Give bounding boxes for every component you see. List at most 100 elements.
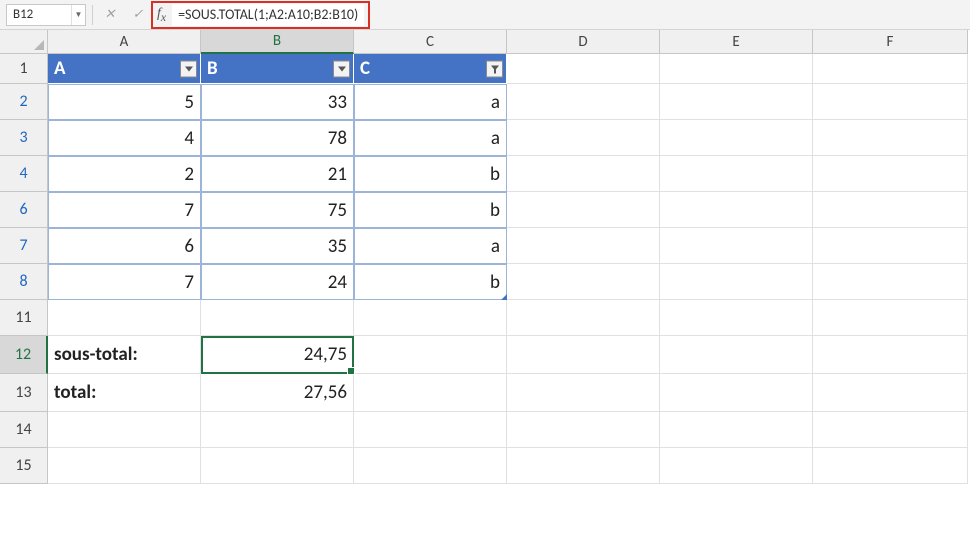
cell[interactable] (813, 264, 968, 300)
row-header-7[interactable]: 7 (0, 228, 48, 264)
cell[interactable] (48, 300, 201, 336)
spreadsheet-grid[interactable]: A B C D E F 1 2 3 4 6 7 8 11 12 13 14 15… (0, 30, 970, 546)
row-header-14[interactable]: 14 (0, 412, 48, 448)
table-resize-handle-icon[interactable] (501, 294, 507, 300)
cell[interactable] (813, 300, 968, 336)
table-header-B[interactable]: B (201, 54, 354, 84)
cell[interactable] (660, 336, 813, 374)
cell[interactable] (813, 228, 968, 264)
column-header-A[interactable]: A (48, 30, 201, 54)
cell[interactable] (354, 448, 507, 484)
cell[interactable] (201, 448, 354, 484)
subtotal-label-cell[interactable]: sous-total: (48, 336, 201, 374)
filter-dropdown-icon[interactable] (333, 60, 350, 77)
table-cell[interactable]: b (354, 264, 507, 300)
table-cell[interactable]: 5 (48, 84, 201, 120)
cell[interactable] (813, 336, 968, 374)
table-cell[interactable]: a (354, 120, 507, 156)
cell[interactable] (354, 374, 507, 412)
column-header-D[interactable]: D (507, 30, 660, 54)
cell[interactable] (354, 300, 507, 336)
cancel-formula-icon[interactable]: ✕ (99, 5, 121, 25)
table-header-C[interactable]: C (354, 54, 507, 84)
cell[interactable] (48, 448, 201, 484)
cell[interactable] (507, 156, 660, 192)
table-cell[interactable]: 7 (48, 264, 201, 300)
table-cell[interactable]: 33 (201, 84, 354, 120)
row-header-2[interactable]: 2 (0, 84, 48, 120)
row-header-3[interactable]: 3 (0, 120, 48, 156)
column-header-C[interactable]: C (354, 30, 507, 54)
cell[interactable] (813, 120, 968, 156)
cell[interactable] (201, 300, 354, 336)
table-cell[interactable]: 6 (48, 228, 201, 264)
cell[interactable] (660, 84, 813, 120)
cell[interactable] (507, 300, 660, 336)
name-box-dropdown-icon[interactable]: ▼ (71, 5, 85, 25)
cell[interactable] (813, 192, 968, 228)
table-cell[interactable]: 35 (201, 228, 354, 264)
formula-input[interactable]: =SOUS.TOTAL(1;A2:A10;B2:B10) (172, 4, 364, 26)
cell[interactable] (507, 448, 660, 484)
fx-icon[interactable]: fx (157, 6, 166, 24)
table-cell[interactable]: 21 (201, 156, 354, 192)
table-cell[interactable]: 75 (201, 192, 354, 228)
cell[interactable] (660, 156, 813, 192)
cell[interactable] (813, 412, 968, 448)
table-cell[interactable]: a (354, 228, 507, 264)
row-header-12[interactable]: 12 (0, 336, 48, 374)
cell[interactable] (660, 264, 813, 300)
row-header-15[interactable]: 15 (0, 448, 48, 484)
column-header-F[interactable]: F (813, 30, 968, 54)
cell[interactable] (507, 84, 660, 120)
cell[interactable] (354, 412, 507, 448)
cell[interactable] (660, 374, 813, 412)
table-cell[interactable]: 78 (201, 120, 354, 156)
name-box[interactable]: B12 ▼ (6, 4, 86, 26)
cell[interactable] (507, 192, 660, 228)
cell[interactable] (354, 336, 507, 374)
cell[interactable] (813, 448, 968, 484)
filter-active-icon[interactable] (486, 60, 503, 77)
cell[interactable] (660, 192, 813, 228)
row-header-13[interactable]: 13 (0, 374, 48, 412)
row-header-4[interactable]: 4 (0, 156, 48, 192)
cell[interactable] (660, 412, 813, 448)
column-header-E[interactable]: E (660, 30, 813, 54)
table-cell[interactable]: 7 (48, 192, 201, 228)
row-header-1[interactable]: 1 (0, 54, 48, 84)
cell[interactable] (660, 120, 813, 156)
cell[interactable] (813, 374, 968, 412)
row-header-6[interactable]: 6 (0, 192, 48, 228)
cell[interactable] (507, 374, 660, 412)
cell[interactable] (507, 264, 660, 300)
table-cell[interactable]: 24 (201, 264, 354, 300)
select-all-corner[interactable] (0, 30, 48, 54)
total-label-cell[interactable]: total: (48, 374, 201, 412)
cell[interactable] (813, 156, 968, 192)
cell[interactable] (201, 412, 354, 448)
column-header-B[interactable]: B (201, 30, 354, 54)
cell[interactable] (507, 54, 660, 84)
filter-dropdown-icon[interactable] (180, 60, 197, 77)
table-header-A[interactable]: A (48, 54, 201, 84)
cell[interactable] (507, 120, 660, 156)
cell[interactable] (507, 412, 660, 448)
table-cell[interactable]: 4 (48, 120, 201, 156)
cell[interactable] (48, 412, 201, 448)
row-header-8[interactable]: 8 (0, 264, 48, 300)
cell[interactable] (660, 54, 813, 84)
row-header-11[interactable]: 11 (0, 300, 48, 336)
cell[interactable] (660, 448, 813, 484)
accept-formula-icon[interactable]: ✓ (127, 5, 149, 25)
cell[interactable] (507, 336, 660, 374)
table-cell[interactable]: b (354, 192, 507, 228)
cell[interactable] (507, 228, 660, 264)
total-value-cell[interactable]: 27,56 (201, 374, 354, 412)
cell[interactable] (813, 84, 968, 120)
subtotal-value-cell[interactable]: 24,75 (201, 336, 354, 374)
table-cell[interactable]: a (354, 84, 507, 120)
cell[interactable] (660, 300, 813, 336)
table-cell[interactable]: 2 (48, 156, 201, 192)
cell[interactable] (660, 228, 813, 264)
